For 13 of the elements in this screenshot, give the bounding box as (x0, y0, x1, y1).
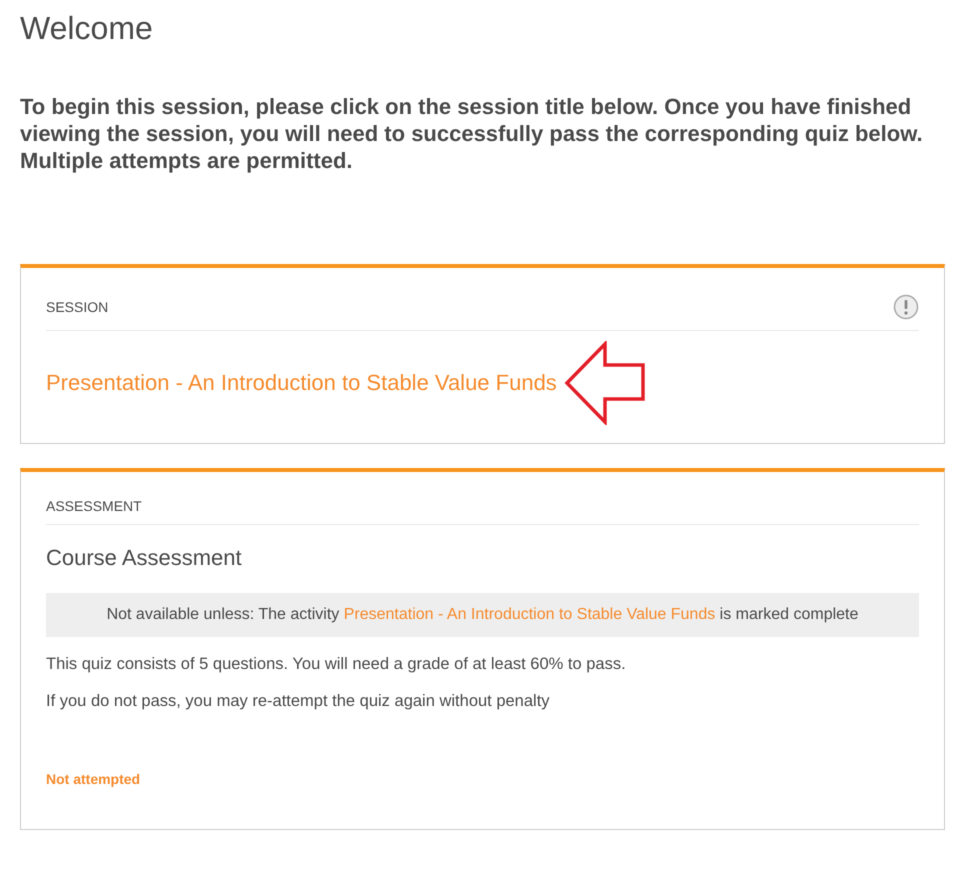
quiz-info-text: This quiz consists of 5 questions. You will need a grade of at least 60% to pass. (46, 655, 627, 674)
page-title: Welcome (20, 10, 154, 47)
instructions-text: To begin this session, please click on the session title below. Once you have finished viewing the session, you will need to successfully pass the corresponding quiz below. Multiple attempts are permitted. (20, 93, 924, 174)
info-icon[interactable] (893, 294, 919, 320)
arrow-icon (562, 341, 647, 425)
restriction-notice: Not available unless: The activity Presentation - An Introduction to Stable Value Funds is marked complete (46, 593, 919, 637)
session-link[interactable]: Presentation - An Introduction to Stable Value Funds (46, 370, 557, 396)
activity-link[interactable]: Presentation - An Introduction to Stable Value Funds (344, 606, 716, 623)
attempt-status: Not attempted (46, 771, 142, 787)
assessment-title: Course Assessment (46, 545, 243, 571)
section-label: ASSESSMENT (46, 498, 142, 514)
section-label: SESSION (46, 299, 108, 315)
quiz-info-text: If you do not pass, you may re-attempt the quiz again without penalty (46, 692, 551, 711)
